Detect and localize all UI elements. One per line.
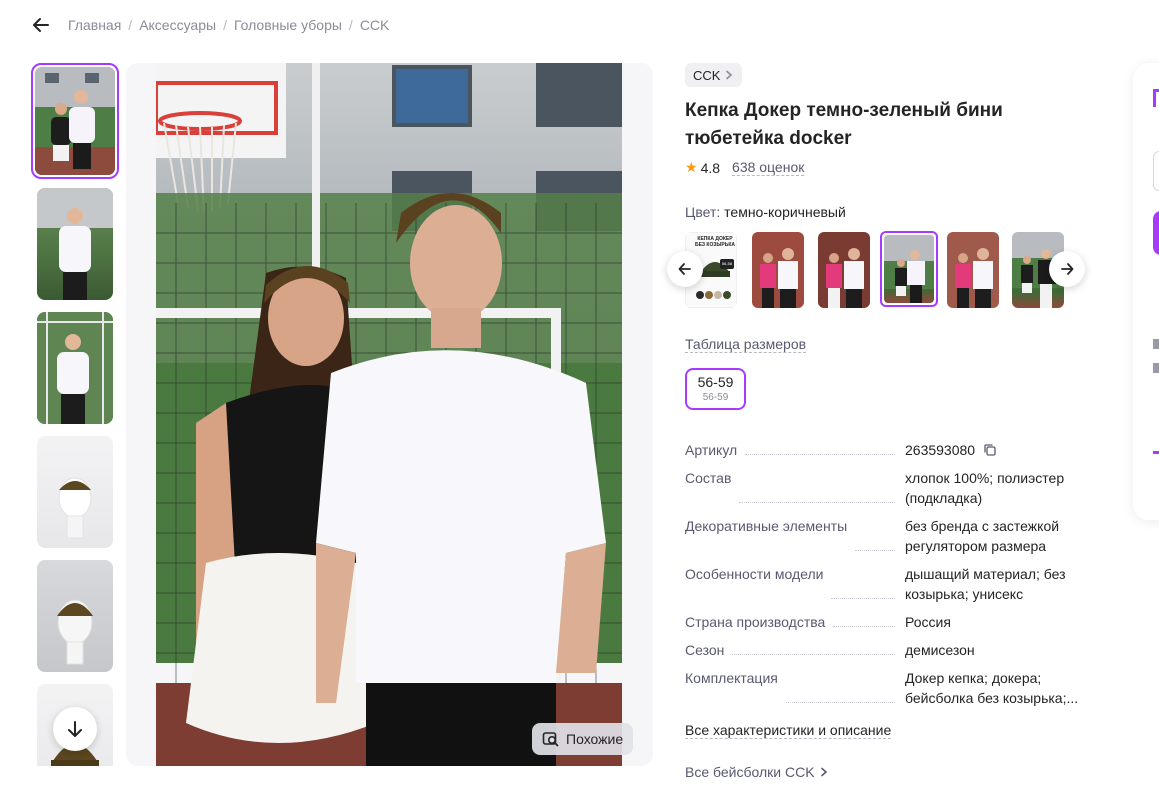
spec-value: без бренда с застежкой регулятором разме… xyxy=(905,518,1060,554)
spec-row-composition: Состав хлопок 100%; полиэстер (подкладка… xyxy=(685,468,1085,508)
thumbnail-1[interactable] xyxy=(31,63,119,179)
copy-icon[interactable] xyxy=(983,443,997,457)
variant-2[interactable] xyxy=(752,232,804,308)
rating-row: ★ 4.8 638 оценок xyxy=(685,159,1085,176)
similar-products-button[interactable]: Похожие xyxy=(532,723,634,755)
spec-list: Артикул 263593080 Состав хлопок 100%; по… xyxy=(685,440,1085,708)
breadcrumb-separator: / xyxy=(348,17,353,33)
spec-row-decor: Декоративные элементы без бренда с засте… xyxy=(685,516,1085,556)
thumbnail-strip xyxy=(31,63,119,766)
brand-name: CCK xyxy=(693,67,721,83)
spec-value-article: 263593080 xyxy=(905,442,976,458)
all-characteristics-link[interactable]: Все характеристики и описание xyxy=(685,722,892,739)
spec-row-features: Особенности модели дышащий материал; без… xyxy=(685,564,1085,604)
price-fragment xyxy=(1153,89,1159,107)
purchase-panel xyxy=(1133,63,1159,520)
spec-value: дышащий материал; без козырька; унисекс xyxy=(905,566,1066,602)
thumbnails-scroll-down-button[interactable] xyxy=(53,707,97,751)
thumbnail-5[interactable] xyxy=(37,560,113,672)
variant-photo-3 xyxy=(818,232,870,308)
thumbnail-2[interactable] xyxy=(37,188,113,300)
spec-key: Комплектация xyxy=(685,670,778,686)
breadcrumb: Главная / Аксессуары / Головные уборы / … xyxy=(68,17,389,33)
thumbnail-photo-cap-mannequin xyxy=(37,436,113,548)
all-brand-caps-label: Все бейсболки CCK xyxy=(685,764,815,780)
variant-packshot-size-badge: 56-58 xyxy=(720,259,734,269)
spec-value: хлопок 100%; полиэстер (подкладка) xyxy=(905,470,1065,506)
breadcrumb-separator: / xyxy=(128,17,133,33)
thumbnail-photo-man-goal xyxy=(37,312,113,424)
breadcrumb-brand[interactable]: CCK xyxy=(360,17,390,33)
add-to-cart-fragment[interactable] xyxy=(1153,211,1159,255)
thumbnail-photo-couple xyxy=(35,67,115,175)
product-info: CCK Кепка Докер темно-зеленый бини тюбет… xyxy=(667,63,1085,740)
reviews-link[interactable]: 638 оценок xyxy=(732,159,805,176)
spec-key: Особенности модели xyxy=(685,566,824,582)
variant-5[interactable] xyxy=(947,232,999,308)
spec-value: демисезон xyxy=(905,642,975,658)
spec-row-article: Артикул 263593080 xyxy=(685,440,1085,460)
arrow-down-icon xyxy=(68,721,82,737)
color-label-key: Цвет: xyxy=(685,204,721,220)
main-photo-image xyxy=(156,63,622,766)
size-table-link[interactable]: Таблица размеров xyxy=(685,336,807,353)
variant-photo-2 xyxy=(752,232,804,308)
chevron-right-icon xyxy=(726,70,733,80)
variant-packshot-line2: БЕЗ КОЗЫРЬКА xyxy=(694,242,735,248)
variants-prev-button[interactable] xyxy=(667,251,703,287)
rating-value: 4.8 xyxy=(700,159,721,176)
arrow-left-icon xyxy=(678,263,691,275)
panel-icon-fragment xyxy=(1153,339,1159,349)
thumbnail-4[interactable] xyxy=(37,436,113,548)
variants-next-button[interactable] xyxy=(1049,251,1085,287)
color-label: Цвет: темно-коричневый xyxy=(685,204,1085,220)
breadcrumb-accessories[interactable]: Аксессуары xyxy=(139,17,216,33)
spec-row-season: Сезон демисезон xyxy=(685,640,1085,660)
spec-row-country: Страна производства Россия xyxy=(685,612,1085,632)
size-option-label: 56-59 xyxy=(697,373,734,390)
color-variants: КЕПКА ДОКЕР БЕЗ КОЗЫРЬКА 56-58 xyxy=(667,231,1085,310)
thumbnail-photo-man-white-tee xyxy=(37,188,113,300)
back-button[interactable] xyxy=(30,14,52,36)
similar-products-label: Похожие xyxy=(566,731,624,747)
panel-button-fragment[interactable] xyxy=(1153,151,1159,191)
variant-3[interactable] xyxy=(818,232,870,308)
similar-search-icon xyxy=(542,732,559,747)
top-bar: Главная / Аксессуары / Головные уборы / … xyxy=(30,12,389,38)
arrow-left-icon xyxy=(33,18,49,32)
spec-value: Докер кепка; докера; бейсболка без козыр… xyxy=(905,670,1079,706)
main-product-photo[interactable]: Похожие xyxy=(126,63,653,766)
panel-progress-fragment xyxy=(1153,451,1159,454)
product-title: Кепка Докер темно-зеленый бини тюбетейка… xyxy=(685,100,1003,149)
variant-4-selected[interactable] xyxy=(880,231,938,307)
size-option-sublabel: 56-59 xyxy=(702,391,729,403)
size-option-selected[interactable]: 56-59 56-59 xyxy=(685,368,746,410)
star-icon: ★ xyxy=(685,159,698,175)
spec-key: Декоративные элементы xyxy=(685,518,848,534)
thumbnail-3[interactable] xyxy=(37,312,113,424)
spec-value: Россия xyxy=(905,614,951,630)
spec-row-contents: Комплектация Докер кепка; докера; бейсбо… xyxy=(685,668,1085,708)
chevron-right-icon xyxy=(820,767,827,777)
arrow-right-icon xyxy=(1061,263,1074,275)
breadcrumb-headwear[interactable]: Головные уборы xyxy=(234,17,342,33)
spec-key: Артикул xyxy=(685,442,738,458)
thumbnail-photo-cap-side xyxy=(37,560,113,672)
all-brand-caps-link[interactable]: Все бейсболки CCK xyxy=(685,764,829,780)
variant-photo-5 xyxy=(947,232,999,308)
spec-key: Страна производства xyxy=(685,614,826,630)
color-label-value: темно-коричневый xyxy=(724,204,846,220)
breadcrumb-separator: / xyxy=(223,17,227,33)
spec-key: Состав xyxy=(685,470,732,486)
variant-photo-4 xyxy=(884,235,934,303)
brand-link[interactable]: CCK xyxy=(685,63,743,87)
spec-key: Сезон xyxy=(685,642,725,658)
panel-icon-fragment xyxy=(1153,363,1159,373)
breadcrumb-home[interactable]: Главная xyxy=(68,17,121,33)
